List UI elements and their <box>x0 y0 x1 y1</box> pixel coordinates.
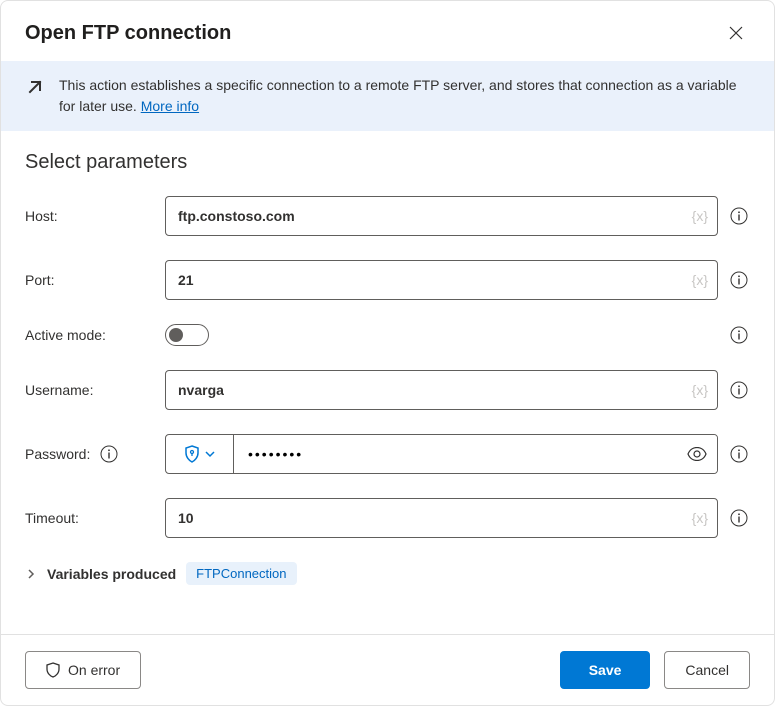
port-input-wrap: {x} <box>165 260 718 300</box>
variable-chip[interactable]: FTPConnection <box>186 562 296 585</box>
info-icon <box>730 445 748 463</box>
on-error-label: On error <box>68 662 120 678</box>
on-error-button[interactable]: On error <box>25 651 141 689</box>
dialog-header: Open FTP connection <box>1 1 774 61</box>
password-info-button[interactable] <box>728 443 750 465</box>
timeout-input[interactable] <box>165 498 718 538</box>
port-info-button[interactable] <box>728 269 750 291</box>
variables-produced-row[interactable]: Variables produced FTPConnection <box>25 562 750 585</box>
toggle-knob <box>169 328 183 342</box>
info-icon <box>730 207 748 225</box>
dialog-title: Open FTP connection <box>25 22 231 45</box>
timeout-info-button[interactable] <box>728 507 750 529</box>
info-icon <box>730 381 748 399</box>
password-label-text: Password: <box>25 446 90 462</box>
chevron-right-icon <box>25 568 37 580</box>
save-button[interactable]: Save <box>560 651 651 689</box>
variables-produced-label: Variables produced <box>47 566 176 582</box>
password-reveal-button[interactable] <box>687 447 707 461</box>
row-timeout: Timeout: {x} <box>25 498 750 538</box>
password-label: Password: <box>25 443 155 465</box>
active-mode-info-button[interactable] <box>728 324 750 346</box>
port-input[interactable] <box>165 260 718 300</box>
username-label: Username: <box>25 382 155 398</box>
info-text: This action establishes a specific conne… <box>59 75 750 117</box>
info-icon <box>730 326 748 344</box>
username-input-wrap: {x} <box>165 370 718 410</box>
password-input[interactable] <box>234 435 717 473</box>
username-info-button[interactable] <box>728 379 750 401</box>
action-arrow-icon <box>25 77 45 97</box>
cancel-button[interactable]: Cancel <box>664 651 750 689</box>
dialog-footer: On error Save Cancel <box>1 634 774 705</box>
username-input[interactable] <box>165 370 718 410</box>
close-icon <box>728 25 744 41</box>
info-icon <box>730 271 748 289</box>
timeout-label: Timeout: <box>25 510 155 526</box>
info-icon <box>730 509 748 527</box>
dialog: Open FTP connection This action establis… <box>0 0 775 706</box>
info-banner: This action establishes a specific conne… <box>1 61 774 131</box>
port-label: Port: <box>25 272 155 288</box>
timeout-input-wrap: {x} <box>165 498 718 538</box>
host-input[interactable] <box>165 196 718 236</box>
info-icon <box>100 445 118 463</box>
more-info-link[interactable]: More info <box>141 98 199 114</box>
active-mode-wrap <box>165 324 718 346</box>
host-label: Host: <box>25 208 155 224</box>
shield-icon <box>184 445 200 463</box>
password-label-info-button[interactable] <box>98 443 120 465</box>
row-host: Host: {x} <box>25 196 750 236</box>
shield-outline-icon <box>46 662 60 678</box>
active-mode-toggle[interactable] <box>165 324 209 346</box>
section-title: Select parameters <box>25 151 750 174</box>
active-mode-label: Active mode: <box>25 327 155 343</box>
dialog-body: Select parameters Host: {x} Port: {x} <box>1 131 774 634</box>
password-input-wrap <box>165 434 718 474</box>
eye-icon <box>687 447 707 461</box>
row-active-mode: Active mode: <box>25 324 750 346</box>
password-type-dropdown[interactable] <box>166 435 234 473</box>
host-input-wrap: {x} <box>165 196 718 236</box>
host-info-button[interactable] <box>728 205 750 227</box>
close-button[interactable] <box>722 19 750 47</box>
chevron-down-icon <box>204 448 216 460</box>
row-port: Port: {x} <box>25 260 750 300</box>
row-username: Username: {x} <box>25 370 750 410</box>
row-password: Password: <box>25 434 750 474</box>
footer-right: Save Cancel <box>560 651 750 689</box>
